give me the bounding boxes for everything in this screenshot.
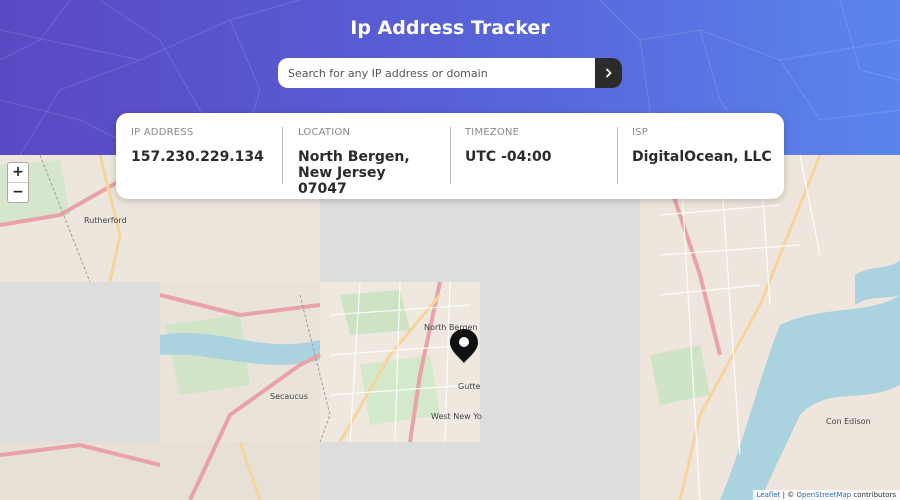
map-attribution: Leaflet | © OpenStreetMap contributors bbox=[752, 490, 900, 500]
ip-address-value: 157.230.229.134 bbox=[131, 149, 264, 165]
attribution-suffix: contributors bbox=[851, 491, 896, 499]
chevron-right-icon bbox=[605, 68, 611, 78]
place-secaucus: Secaucus bbox=[270, 392, 309, 401]
osm-link[interactable]: OpenStreetMap bbox=[796, 491, 851, 499]
zoom-out-button[interactable]: − bbox=[8, 182, 28, 202]
place-guttenberg: Gutte bbox=[458, 382, 481, 391]
page-title: Ip Address Tracker bbox=[350, 17, 550, 39]
place-rutherford: Rutherford bbox=[84, 216, 127, 225]
search-input[interactable] bbox=[278, 58, 595, 88]
zoom-in-button[interactable]: + bbox=[8, 163, 28, 182]
location-pin-icon[interactable] bbox=[449, 328, 479, 364]
ip-address-label: IP ADDRESS bbox=[131, 127, 194, 138]
ip-info-card: IP ADDRESS 157.230.229.134 LOCATION Nort… bbox=[116, 113, 784, 199]
search-bar bbox=[278, 58, 622, 88]
isp-label: ISP bbox=[632, 127, 648, 138]
timezone-section: TIMEZONE UTC -04:00 bbox=[450, 113, 616, 199]
isp-value: DigitalOcean, LLC bbox=[632, 149, 772, 165]
zoom-control: + − bbox=[7, 162, 29, 203]
attribution-separator: | © bbox=[780, 491, 797, 499]
location-value: North Bergen, New Jersey 07047 bbox=[298, 149, 410, 197]
location-section: LOCATION North Bergen, New Jersey 07047 bbox=[283, 113, 449, 199]
location-label: LOCATION bbox=[298, 127, 351, 138]
place-con-edison: Con Edison bbox=[826, 417, 871, 426]
timezone-value: UTC -04:00 bbox=[465, 149, 552, 165]
isp-section: ISP DigitalOcean, LLC bbox=[617, 113, 783, 199]
leaflet-link[interactable]: Leaflet bbox=[757, 491, 781, 499]
timezone-label: TIMEZONE bbox=[465, 127, 520, 138]
search-submit-button[interactable] bbox=[595, 58, 622, 88]
ip-address-section: IP ADDRESS 157.230.229.134 bbox=[116, 113, 282, 199]
place-west-new-york: West New Yo bbox=[431, 412, 482, 421]
